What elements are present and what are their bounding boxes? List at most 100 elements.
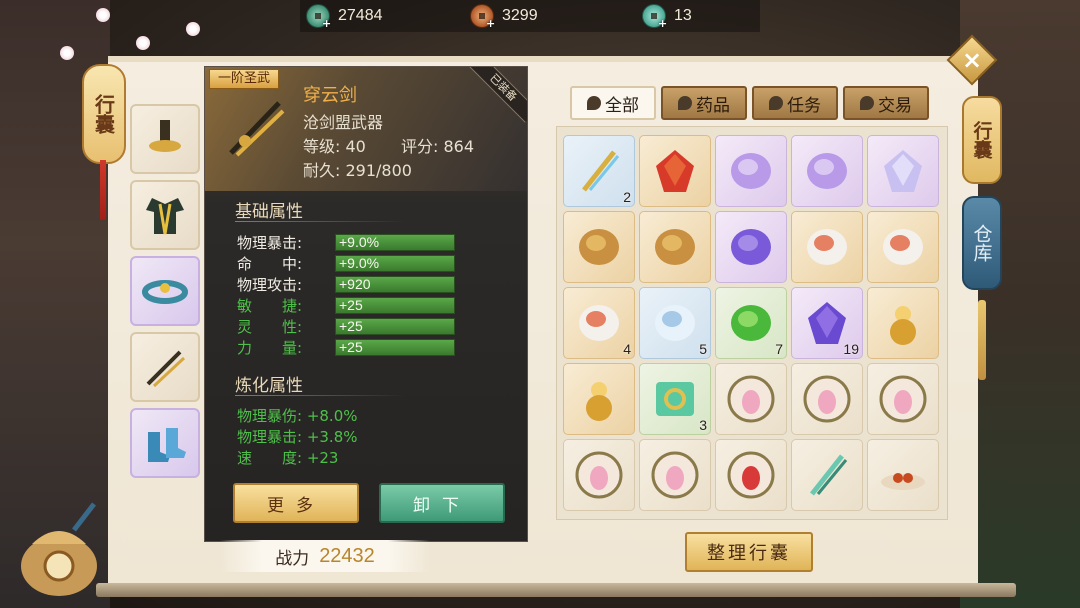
equip-slot-boots[interactable]	[130, 408, 200, 478]
lantern-tassel	[100, 160, 106, 220]
attribute-value: +9.0%	[335, 254, 455, 272]
inventory-slot[interactable]: 19	[791, 287, 863, 359]
more-button[interactable]: 更多	[233, 483, 359, 523]
currency-jade[interactable]: + 27484	[306, 4, 383, 30]
blossom-decoration	[60, 46, 74, 60]
inventory-slot[interactable]: 7	[715, 287, 787, 359]
inventory-slot[interactable]: 4	[563, 287, 635, 359]
inventory-slot[interactable]: 5	[639, 287, 711, 359]
lotus-medallion-icon	[575, 451, 623, 499]
inventory-slot[interactable]	[867, 211, 939, 283]
attribute-label: 物理暴击:	[237, 233, 303, 252]
inventory-slot[interactable]	[791, 135, 863, 207]
inventory-slot[interactable]	[563, 211, 635, 283]
currency-value: 27484	[338, 7, 383, 24]
attribute-value: +25	[335, 338, 455, 356]
item-score: 评分: 864	[401, 137, 475, 156]
gold-gourd-icon	[890, 306, 916, 345]
bag-icon[interactable]	[14, 500, 104, 600]
inventory-slot[interactable]	[715, 211, 787, 283]
section-divider	[235, 221, 405, 222]
item-count: 4	[623, 341, 631, 357]
attribute-value: +920	[335, 275, 455, 293]
blue-white-stone-icon	[655, 305, 695, 341]
blossom-decoration	[136, 36, 150, 50]
tab-trade[interactable]: 交易	[843, 86, 929, 120]
panel-scroll-rod	[96, 583, 1016, 597]
tab-all[interactable]: 全部	[570, 86, 656, 120]
inventory-slot[interactable]	[563, 363, 635, 435]
refine-attribute: 速 度: +23	[237, 449, 339, 467]
attribute-row: 灵 性: +25	[237, 317, 455, 336]
currency-teal[interactable]: + 13	[642, 4, 692, 29]
attribute-row: 力 量: +25	[237, 338, 455, 357]
currency-bar: + 27484 + 3299 + 13	[300, 0, 760, 32]
close-icon: ×	[961, 45, 983, 74]
equip-slot-weapon[interactable]	[130, 332, 200, 402]
headpiece-icon	[149, 120, 181, 152]
red-lotus-medallion-icon	[727, 451, 775, 499]
inventory-slot[interactable]	[639, 211, 711, 283]
inventory-slot[interactable]: 2	[563, 135, 635, 207]
jade-ring-icon	[656, 382, 694, 416]
section-divider	[235, 395, 405, 396]
purple-disc-icon	[731, 153, 771, 189]
purple-disc-icon	[807, 153, 847, 189]
tab-warehouse-label: 仓库	[970, 224, 993, 262]
purple-stone-icon	[731, 229, 771, 265]
tab-warehouse[interactable]: 仓库	[962, 196, 1002, 290]
tab-medicine[interactable]: 药品	[661, 86, 747, 120]
lotus-medallion-icon	[879, 375, 927, 423]
unequip-button[interactable]: 卸下	[379, 483, 505, 523]
quest-icon	[769, 96, 783, 110]
belt-icon	[142, 280, 188, 304]
attribute-label: 力 量:	[237, 338, 303, 357]
all-items-icon	[587, 96, 601, 110]
tab-bag-label: 行囊	[970, 121, 993, 159]
bag-lantern-tab[interactable]: 行囊	[82, 64, 126, 164]
tab-quest[interactable]: 任务	[752, 86, 838, 120]
equip-slot-armor[interactable]	[130, 180, 200, 250]
inventory-slot[interactable]	[791, 439, 863, 511]
inventory-slot[interactable]	[715, 135, 787, 207]
lantern-label: 行囊	[91, 94, 116, 134]
tab-trade-label: 交易	[878, 95, 912, 116]
equip-slot-belt[interactable]	[130, 256, 200, 326]
inventory-slot[interactable]	[715, 363, 787, 435]
combat-power-value: 22432	[319, 544, 375, 567]
currency-copper[interactable]: + 3299	[470, 4, 538, 29]
tab-quest-label: 任务	[787, 95, 821, 116]
attribute-value: +9.0%	[335, 233, 455, 251]
inventory-slot[interactable]	[867, 287, 939, 359]
item-count: 2	[623, 189, 631, 205]
inventory-slot[interactable]	[791, 211, 863, 283]
lotus-medallion-icon	[803, 375, 851, 423]
sort-bag-button[interactable]: 整理行囊	[685, 532, 813, 572]
inventory-slot[interactable]	[639, 439, 711, 511]
boots-icon	[148, 428, 186, 462]
item-level: 等级: 40	[303, 137, 366, 156]
inventory-slot[interactable]: 3	[639, 363, 711, 435]
inventory-slot[interactable]	[563, 439, 635, 511]
category-tabs: 全部 药品 任务 交易	[570, 86, 934, 120]
inventory-slot[interactable]	[639, 135, 711, 207]
jade-hook-icon	[810, 454, 848, 496]
equip-slot-headpiece[interactable]	[130, 104, 200, 174]
rank-badge: 一阶圣武	[209, 69, 280, 89]
base-attributes-title: 基础属性	[235, 202, 303, 222]
currency-value: 3299	[502, 7, 538, 24]
inventory-slot[interactable]	[867, 363, 939, 435]
red-white-stone-icon	[807, 229, 847, 265]
item-count: 19	[843, 341, 859, 357]
equipment-column	[130, 104, 206, 484]
teal-coin-icon: +	[642, 4, 667, 29]
tab-medicine-label: 药品	[696, 95, 730, 116]
gold-gourd-icon	[586, 382, 612, 421]
inventory-slot[interactable]	[867, 135, 939, 207]
inventory-slot[interactable]	[715, 439, 787, 511]
plus-icon: +	[322, 17, 332, 30]
lotus-medallion-icon	[727, 375, 775, 423]
inventory-slot[interactable]	[791, 363, 863, 435]
inventory-slot[interactable]	[867, 439, 939, 511]
tab-bag[interactable]: 行囊	[962, 96, 1002, 184]
